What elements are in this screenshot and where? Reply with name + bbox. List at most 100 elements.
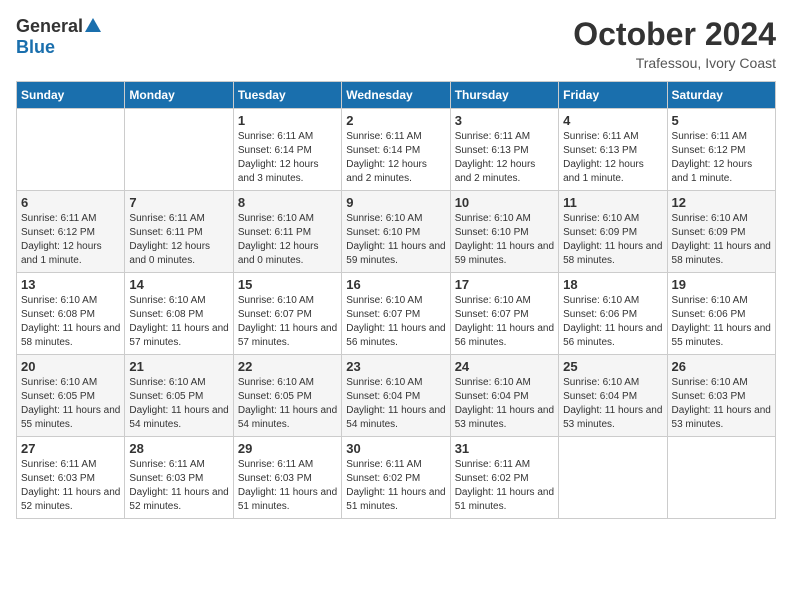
day-detail: Sunrise: 6:11 AM Sunset: 6:11 PM Dayligh… bbox=[129, 212, 228, 268]
day-detail: Sunrise: 6:10 AM Sunset: 6:05 PM Dayligh… bbox=[129, 376, 228, 432]
weekday-header: Saturday bbox=[667, 82, 775, 109]
calendar-cell: 10Sunrise: 6:10 AM Sunset: 6:10 PM Dayli… bbox=[450, 191, 558, 273]
logo-general-text: General bbox=[16, 16, 83, 37]
day-number: 16 bbox=[346, 277, 445, 292]
page-header: General Blue October 2024 Trafessou, Ivo… bbox=[16, 16, 776, 71]
calendar-cell bbox=[17, 109, 125, 191]
day-number: 24 bbox=[455, 359, 554, 374]
day-number: 25 bbox=[563, 359, 662, 374]
weekday-header: Monday bbox=[125, 82, 233, 109]
day-detail: Sunrise: 6:10 AM Sunset: 6:04 PM Dayligh… bbox=[346, 376, 445, 432]
weekday-header: Sunday bbox=[17, 82, 125, 109]
day-number: 18 bbox=[563, 277, 662, 292]
day-detail: Sunrise: 6:10 AM Sunset: 6:03 PM Dayligh… bbox=[672, 376, 771, 432]
day-detail: Sunrise: 6:10 AM Sunset: 6:09 PM Dayligh… bbox=[563, 212, 662, 268]
logo-icon bbox=[84, 16, 102, 34]
calendar-cell: 9 Sunrise: 6:10 AM Sunset: 6:10 PM Daylig… bbox=[342, 191, 450, 273]
day-detail: Sunrise: 6:11 AM Sunset: 6:12 PM Dayligh… bbox=[672, 130, 771, 186]
day-detail: Sunrise: 6:10 AM Sunset: 6:06 PM Dayligh… bbox=[563, 294, 662, 350]
day-number: 12 bbox=[672, 195, 771, 210]
day-number: 30 bbox=[346, 441, 445, 456]
day-number: 29 bbox=[238, 441, 337, 456]
calendar-cell: 27 Sunrise: 6:11 AM Sunset: 6:03 PM Dayli… bbox=[17, 437, 125, 519]
day-detail: Sunrise: 6:11 AM Sunset: 6:03 PM Dayligh… bbox=[21, 458, 120, 514]
calendar-cell: 14 Sunrise: 6:10 AM Sunset: 6:08 PM Dayli… bbox=[125, 273, 233, 355]
day-detail: Sunrise: 6:11 AM Sunset: 6:03 PM Dayligh… bbox=[129, 458, 228, 514]
weekday-header-row: SundayMondayTuesdayWednesdayThursdayFrid… bbox=[17, 82, 776, 109]
day-detail: Sunrise: 6:11 AM Sunset: 6:13 PM Dayligh… bbox=[563, 130, 662, 186]
month-title: October 2024 bbox=[573, 16, 776, 53]
day-number: 27 bbox=[21, 441, 120, 456]
calendar-cell: 6Sunrise: 6:11 AM Sunset: 6:12 PM Daylig… bbox=[17, 191, 125, 273]
day-detail: Sunrise: 6:10 AM Sunset: 6:10 PM Dayligh… bbox=[455, 212, 554, 268]
calendar-cell: 22 Sunrise: 6:10 AM Sunset: 6:05 PM Dayli… bbox=[233, 355, 341, 437]
day-number: 28 bbox=[129, 441, 228, 456]
day-number: 14 bbox=[129, 277, 228, 292]
day-number: 15 bbox=[238, 277, 337, 292]
calendar-cell bbox=[125, 109, 233, 191]
day-detail: Sunrise: 6:11 AM Sunset: 6:12 PM Dayligh… bbox=[21, 212, 120, 268]
calendar-week-row: 6Sunrise: 6:11 AM Sunset: 6:12 PM Daylig… bbox=[17, 191, 776, 273]
calendar-week-row: 20 Sunrise: 6:10 AM Sunset: 6:05 PM Dayli… bbox=[17, 355, 776, 437]
day-detail: Sunrise: 6:10 AM Sunset: 6:04 PM Dayligh… bbox=[563, 376, 662, 432]
day-number: 21 bbox=[129, 359, 228, 374]
calendar-cell: 12 Sunrise: 6:10 AM Sunset: 6:09 PM Dayli… bbox=[667, 191, 775, 273]
title-block: October 2024 Trafessou, Ivory Coast bbox=[573, 16, 776, 71]
calendar-cell: 19 Sunrise: 6:10 AM Sunset: 6:06 PM Dayli… bbox=[667, 273, 775, 355]
day-detail: Sunrise: 6:10 AM Sunset: 6:10 PM Dayligh… bbox=[346, 212, 445, 268]
calendar-cell: 20 Sunrise: 6:10 AM Sunset: 6:05 PM Dayli… bbox=[17, 355, 125, 437]
calendar-week-row: 1 Sunrise: 6:11 AM Sunset: 6:14 PM Daylig… bbox=[17, 109, 776, 191]
calendar-cell bbox=[667, 437, 775, 519]
day-detail: Sunrise: 6:10 AM Sunset: 6:08 PM Dayligh… bbox=[21, 294, 120, 350]
calendar-cell: 23Sunrise: 6:10 AM Sunset: 6:04 PM Dayli… bbox=[342, 355, 450, 437]
day-detail: Sunrise: 6:11 AM Sunset: 6:02 PM Dayligh… bbox=[455, 458, 554, 514]
day-detail: Sunrise: 6:11 AM Sunset: 6:14 PM Dayligh… bbox=[238, 130, 337, 186]
calendar-cell bbox=[559, 437, 667, 519]
day-number: 31 bbox=[455, 441, 554, 456]
day-detail: Sunrise: 6:10 AM Sunset: 6:11 PM Dayligh… bbox=[238, 212, 337, 268]
day-number: 19 bbox=[672, 277, 771, 292]
day-number: 3 bbox=[455, 113, 554, 128]
day-detail: Sunrise: 6:10 AM Sunset: 6:05 PM Dayligh… bbox=[21, 376, 120, 432]
calendar-cell: 11Sunrise: 6:10 AM Sunset: 6:09 PM Dayli… bbox=[559, 191, 667, 273]
weekday-header: Wednesday bbox=[342, 82, 450, 109]
day-detail: Sunrise: 6:10 AM Sunset: 6:05 PM Dayligh… bbox=[238, 376, 337, 432]
calendar-cell: 13Sunrise: 6:10 AM Sunset: 6:08 PM Dayli… bbox=[17, 273, 125, 355]
day-number: 17 bbox=[455, 277, 554, 292]
day-number: 26 bbox=[672, 359, 771, 374]
day-detail: Sunrise: 6:10 AM Sunset: 6:08 PM Dayligh… bbox=[129, 294, 228, 350]
day-number: 4 bbox=[563, 113, 662, 128]
calendar-cell: 24Sunrise: 6:10 AM Sunset: 6:04 PM Dayli… bbox=[450, 355, 558, 437]
day-number: 9 bbox=[346, 195, 445, 210]
location: Trafessou, Ivory Coast bbox=[573, 55, 776, 71]
day-number: 22 bbox=[238, 359, 337, 374]
day-detail: Sunrise: 6:10 AM Sunset: 6:06 PM Dayligh… bbox=[672, 294, 771, 350]
day-detail: Sunrise: 6:11 AM Sunset: 6:14 PM Dayligh… bbox=[346, 130, 445, 186]
day-number: 1 bbox=[238, 113, 337, 128]
day-number: 2 bbox=[346, 113, 445, 128]
logo: General Blue bbox=[16, 16, 102, 58]
calendar-cell: 7 Sunrise: 6:11 AM Sunset: 6:11 PM Daylig… bbox=[125, 191, 233, 273]
logo-blue-text: Blue bbox=[16, 37, 55, 57]
day-detail: Sunrise: 6:10 AM Sunset: 6:09 PM Dayligh… bbox=[672, 212, 771, 268]
day-detail: Sunrise: 6:10 AM Sunset: 6:07 PM Dayligh… bbox=[238, 294, 337, 350]
day-number: 5 bbox=[672, 113, 771, 128]
calendar-cell: 1 Sunrise: 6:11 AM Sunset: 6:14 PM Daylig… bbox=[233, 109, 341, 191]
calendar-cell: 18 Sunrise: 6:10 AM Sunset: 6:06 PM Dayli… bbox=[559, 273, 667, 355]
calendar-week-row: 13Sunrise: 6:10 AM Sunset: 6:08 PM Dayli… bbox=[17, 273, 776, 355]
calendar-cell: 4 Sunrise: 6:11 AM Sunset: 6:13 PM Daylig… bbox=[559, 109, 667, 191]
day-detail: Sunrise: 6:11 AM Sunset: 6:13 PM Dayligh… bbox=[455, 130, 554, 186]
weekday-header: Tuesday bbox=[233, 82, 341, 109]
day-number: 8 bbox=[238, 195, 337, 210]
calendar-cell: 3 Sunrise: 6:11 AM Sunset: 6:13 PM Daylig… bbox=[450, 109, 558, 191]
weekday-header: Friday bbox=[559, 82, 667, 109]
day-number: 7 bbox=[129, 195, 228, 210]
calendar-cell: 31 Sunrise: 6:11 AM Sunset: 6:02 PM Dayli… bbox=[450, 437, 558, 519]
calendar-cell: 5 Sunrise: 6:11 AM Sunset: 6:12 PM Daylig… bbox=[667, 109, 775, 191]
day-number: 20 bbox=[21, 359, 120, 374]
weekday-header: Thursday bbox=[450, 82, 558, 109]
calendar-cell: 21 Sunrise: 6:10 AM Sunset: 6:05 PM Dayli… bbox=[125, 355, 233, 437]
calendar-table: SundayMondayTuesdayWednesdayThursdayFrid… bbox=[16, 81, 776, 519]
calendar-cell: 30Sunrise: 6:11 AM Sunset: 6:02 PM Dayli… bbox=[342, 437, 450, 519]
day-detail: Sunrise: 6:10 AM Sunset: 6:07 PM Dayligh… bbox=[455, 294, 554, 350]
